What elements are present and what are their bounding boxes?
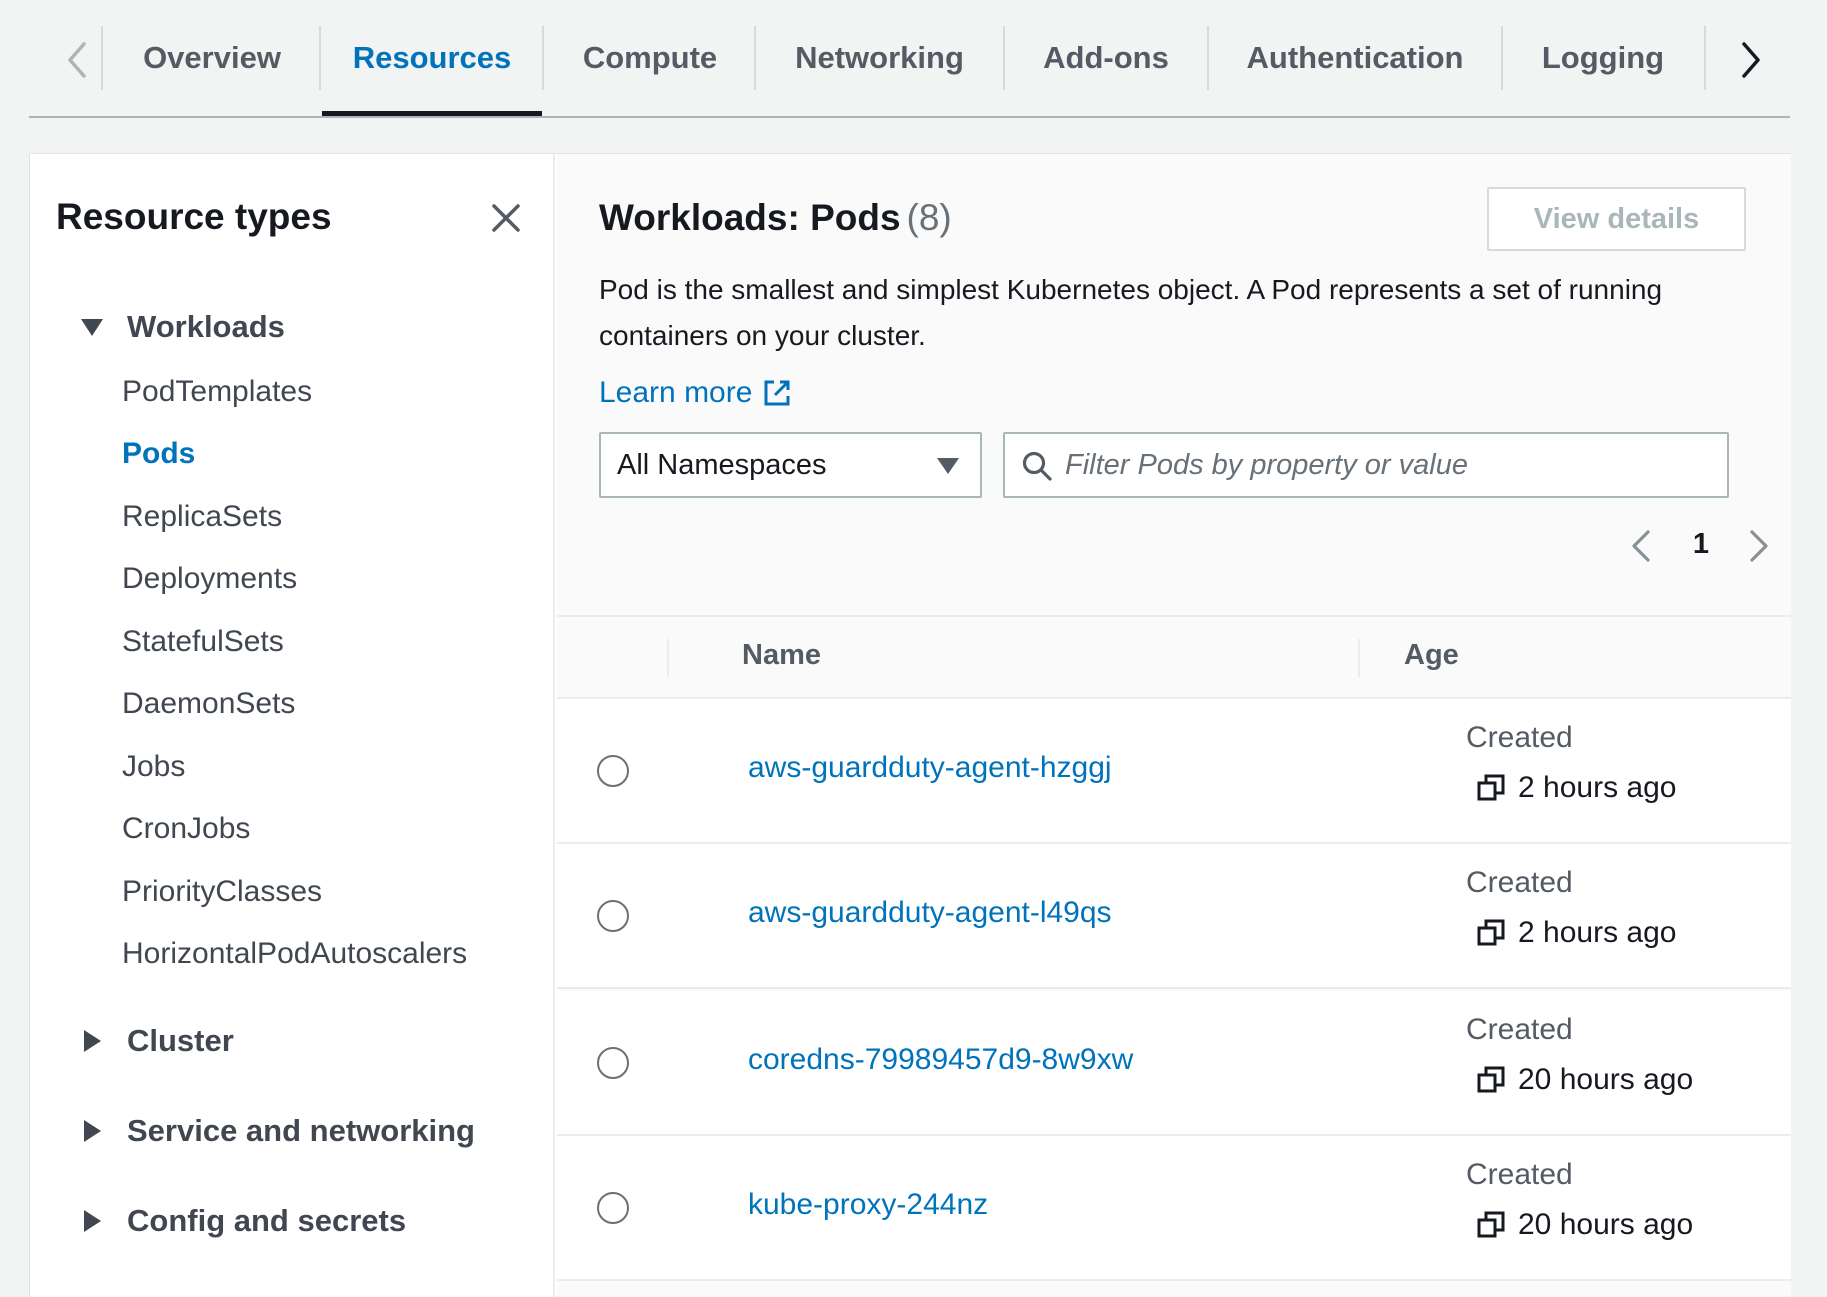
namespace-select-value: All Namespaces (617, 448, 827, 481)
tab-overview[interactable]: Overview (103, 26, 321, 90)
sidebar-group-label: Workloads (127, 309, 285, 344)
external-link-icon (764, 380, 790, 406)
column-header-age[interactable]: Age (1404, 639, 1459, 672)
row-select-radio[interactable] (597, 755, 629, 787)
age-text: 20 hours ago (1518, 1208, 1694, 1241)
pod-name-link[interactable]: aws-guardduty-agent-hzggj (748, 751, 1112, 785)
pod-name-link[interactable]: aws-guardduty-agent-l49qs (748, 896, 1112, 930)
page-title: Workloads: Pods (8) (599, 197, 952, 239)
learn-more-link[interactable]: Learn more (599, 376, 792, 410)
chevron-left-icon (68, 42, 86, 78)
pod-name-link[interactable]: kube-proxy-244nz (748, 1188, 988, 1222)
sidebar-group-cluster[interactable]: Cluster (79, 1023, 234, 1059)
sidebar-title: Resource types (56, 196, 332, 237)
tab-authentication[interactable]: Authentication (1209, 26, 1501, 90)
pod-count: (8) (906, 197, 952, 238)
sidebar-group-label: Service and networking (127, 1113, 475, 1148)
row-select-radio[interactable] (597, 900, 629, 932)
column-separator (1358, 639, 1360, 677)
tab-scroll-right-button[interactable] (1723, 30, 1777, 90)
chevron-left-icon[interactable] (1626, 526, 1656, 566)
tab-add-ons[interactable]: Add-ons (1005, 26, 1207, 90)
age-value: 20 hours ago (1476, 1063, 1693, 1097)
chevron-right-icon (1742, 42, 1760, 78)
tab-bar: Overview Resources Compute Networking Ad… (29, 0, 1790, 118)
age-label: Created (1466, 866, 1573, 899)
panel-description: Pod is the smallest and simplest Kuberne… (599, 274, 1663, 351)
sidebar-item-pods[interactable]: Pods (122, 437, 195, 471)
namespace-select[interactable]: All Namespaces (599, 432, 982, 498)
pod-name-link[interactable]: coredns-79989457d9-8w9xw (748, 1043, 1133, 1077)
view-details-button[interactable]: View details (1487, 187, 1746, 251)
copy-icon (1477, 1211, 1505, 1238)
close-icon[interactable] (487, 199, 525, 237)
age-text: 2 hours ago (1518, 771, 1677, 804)
page-title-text: Workloads: Pods (599, 197, 901, 238)
sidebar-group-workloads[interactable]: Workloads (79, 309, 285, 345)
filter-pods-input[interactable] (1065, 440, 1715, 490)
sidebar-group-service-and-networking[interactable]: Service and networking (79, 1113, 475, 1149)
sidebar-item-horizontalpodautoscalers[interactable]: HorizontalPodAutoscalers (122, 937, 467, 971)
age-value: 20 hours ago (1476, 1208, 1693, 1242)
filter-pods-field[interactable] (1003, 432, 1729, 498)
sidebar-item-deployments[interactable]: Deployments (122, 562, 297, 596)
caret-right-icon (84, 1120, 101, 1142)
tab-resources[interactable]: Resources (321, 26, 543, 90)
tab-separator (1704, 26, 1706, 90)
table-header: Name Age (557, 617, 1791, 699)
active-tab-indicator (322, 111, 542, 116)
caret-right-icon (84, 1030, 101, 1052)
age-label: Created (1466, 1158, 1573, 1191)
sidebar-group-config-and-secrets[interactable]: Config and secrets (79, 1203, 406, 1239)
sidebar-item-podtemplates[interactable]: PodTemplates (122, 375, 312, 409)
age-value: 2 hours ago (1476, 916, 1676, 950)
age-text: 20 hours ago (1518, 1063, 1694, 1096)
row-select-radio[interactable] (597, 1047, 629, 1079)
panel-header: Workloads: Pods (8) View details Pod is t… (557, 154, 1791, 617)
copy-icon (1477, 774, 1505, 801)
sidebar-item-cronjobs[interactable]: CronJobs (122, 812, 250, 846)
sidebar-item-priorityclasses[interactable]: PriorityClasses (122, 875, 322, 909)
tab-networking[interactable]: Networking (756, 26, 1003, 90)
table-row[interactable]: coredns-79989457d9-8w9xw Created 20 hour… (557, 991, 1791, 1136)
table-row[interactable]: kube-proxy-244nz Created 20 hours ago (557, 1136, 1791, 1281)
column-separator (667, 639, 669, 677)
copy-icon (1477, 919, 1505, 946)
pods-panel: Workloads: Pods (8) View details Pod is t… (557, 154, 1791, 1297)
table-row[interactable]: aws-guardduty-agent-l49qs Created 2 hour… (557, 844, 1791, 989)
sidebar-item-replicasets[interactable]: ReplicaSets (122, 500, 282, 534)
age-label: Created (1466, 721, 1573, 754)
resources-container: Resource types Workloads PodTemplates Po… (29, 153, 1791, 1297)
caret-down-icon (81, 319, 103, 336)
age-value: 2 hours ago (1476, 771, 1676, 805)
chevron-right-icon[interactable] (1744, 526, 1774, 566)
tab-scroll-left-button[interactable] (51, 30, 105, 90)
page-number[interactable]: 1 (1683, 528, 1719, 564)
tab-logging[interactable]: Logging (1503, 26, 1703, 90)
sidebar-group-label: Config and secrets (127, 1203, 407, 1238)
resource-types-sidebar: Resource types Workloads PodTemplates Po… (30, 154, 555, 1297)
learn-more-label: Learn more (599, 376, 753, 409)
age-label: Created (1466, 1013, 1573, 1046)
sidebar-item-statefulsets[interactable]: StatefulSets (122, 625, 284, 659)
tab-compute[interactable]: Compute (544, 26, 756, 90)
column-header-name[interactable]: Name (742, 639, 821, 672)
sidebar-item-daemonsets[interactable]: DaemonSets (122, 687, 295, 721)
dropdown-caret-icon (937, 458, 959, 474)
copy-icon (1477, 1066, 1505, 1093)
search-icon (1022, 451, 1052, 481)
sidebar-group-label: Cluster (127, 1023, 234, 1058)
age-text: 2 hours ago (1518, 916, 1677, 949)
sidebar-item-jobs[interactable]: Jobs (122, 750, 185, 784)
row-select-radio[interactable] (597, 1192, 629, 1224)
caret-right-icon (84, 1210, 101, 1232)
table-row[interactable]: aws-guardduty-agent-hzggj Created 2 hour… (557, 699, 1791, 844)
